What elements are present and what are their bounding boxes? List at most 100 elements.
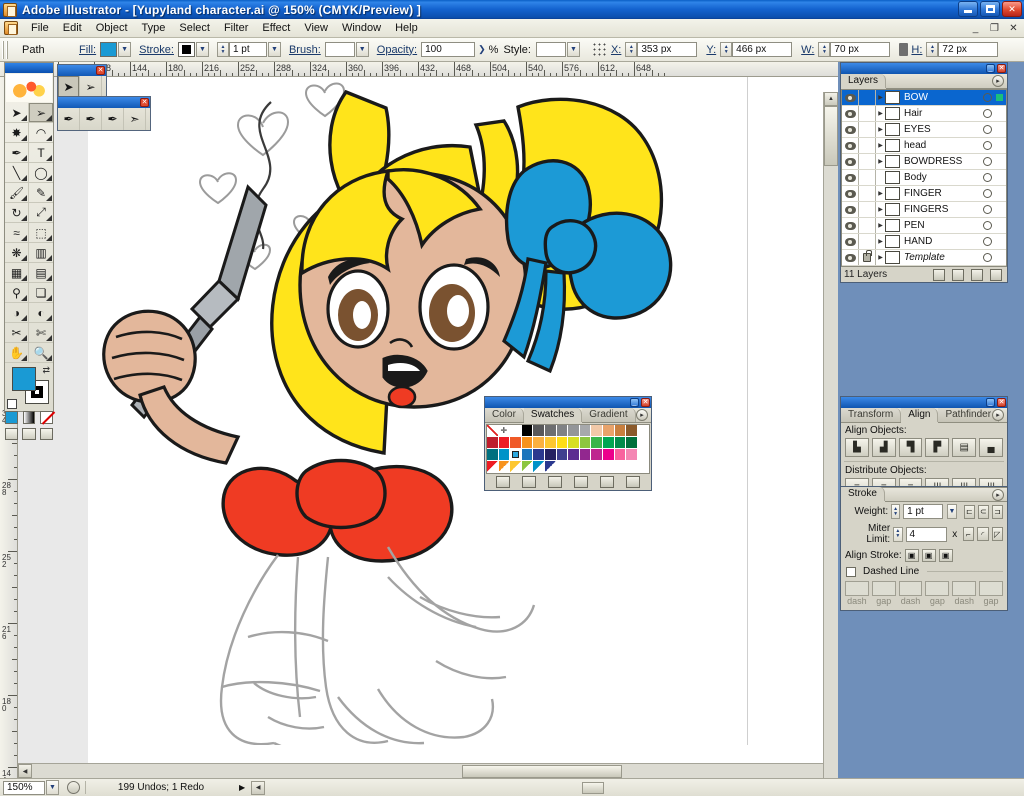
butt-cap-button[interactable]: ⊏ (963, 504, 975, 519)
standard-screen-mode-button[interactable] (5, 428, 19, 440)
swatches-close-icon[interactable]: ✕ (641, 398, 650, 407)
status-scroll-thumb[interactable] (582, 781, 604, 794)
miter-input[interactable]: 4 (905, 526, 948, 542)
live-paint-selection-tool[interactable]: ◐ (29, 303, 53, 323)
layer-lock-toggle[interactable] (859, 250, 876, 265)
gradient-button[interactable] (22, 411, 36, 424)
tab-gradient[interactable]: Gradient (582, 408, 636, 422)
menu-type[interactable]: Type (135, 20, 173, 36)
layers-list[interactable]: ▶ BOW ▶ Hair ▶ EYES ▶ head ▶ BOWDRESS Body ▶ FINGER ▶… (841, 89, 1007, 267)
layer-name[interactable]: BOW (904, 92, 983, 103)
layer-lock-toggle[interactable] (859, 138, 876, 153)
delete-anchor-point-tool[interactable]: ✒ (102, 108, 124, 130)
layer-row[interactable]: ▶ PEN (842, 218, 1006, 234)
style-preview[interactable] (535, 42, 566, 57)
layer-name[interactable]: EYES (904, 124, 983, 135)
column-graph-tool[interactable]: ▥ (29, 243, 53, 263)
full-screen-with-menu-button[interactable] (22, 428, 36, 440)
swatch[interactable] (521, 425, 534, 437)
convert-anchor-point-tool[interactable]: ➣ (124, 108, 146, 130)
fill-swatch[interactable] (100, 42, 118, 57)
vertical-align-center-button[interactable]: ▤ (952, 438, 977, 457)
swatch[interactable] (579, 437, 592, 449)
menu-help[interactable]: Help (388, 20, 425, 36)
layer-name[interactable]: FINGERS (904, 204, 983, 215)
opacity-slider-arrow-icon[interactable]: ❯ (478, 44, 486, 55)
slice-tool[interactable]: ✂ (5, 323, 29, 343)
doc-minimize-button[interactable]: _ (968, 21, 983, 35)
vertical-scroll-thumb[interactable] (824, 106, 838, 166)
swatch[interactable] (510, 449, 522, 461)
swatch[interactable] (521, 437, 534, 449)
rotate-tool[interactable]: ↻ (5, 203, 29, 223)
scale-tool[interactable]: ⤢ (29, 203, 53, 223)
swatches-panel[interactable]: _ ✕ Color Swatches Gradient ▸ ✛ (484, 396, 652, 491)
create-new-layer-button[interactable] (971, 268, 983, 281)
layers-panel-titlebar[interactable]: _ ✕ (841, 63, 1007, 74)
bevel-join-button[interactable]: ◸ (991, 527, 1003, 541)
layer-expand-triangle-icon[interactable]: ▶ (876, 110, 885, 117)
swatch[interactable] (556, 425, 569, 437)
layer-target-circle-icon[interactable] (983, 125, 992, 134)
gradient-swatch[interactable] (521, 461, 534, 473)
dash-input[interactable] (845, 581, 869, 596)
layer-row[interactable]: Body (842, 170, 1006, 186)
swatch[interactable] (579, 449, 592, 461)
canvas-area[interactable]: ▲ (18, 77, 838, 778)
gradient-swatch[interactable] (510, 461, 522, 473)
layers-close-icon[interactable]: ✕ (997, 64, 1006, 73)
swatch[interactable] (556, 449, 569, 461)
menu-select[interactable]: Select (172, 20, 217, 36)
horizontal-align-right-button[interactable]: ▜ (898, 438, 923, 457)
tearoff-titlebar[interactable]: ✕ (58, 65, 106, 76)
menu-effect[interactable]: Effect (255, 20, 297, 36)
swatch[interactable] (568, 449, 580, 461)
zoom-level-input[interactable]: 150% (3, 780, 45, 795)
toolbox-palette[interactable]: ➤ ➢ ✸ ◠ ✒ T ╲ ◯ 🖌 ✎ ↻ ⤢ ≈ ⬚ ❋ ▥ ▦ ▤ ⚲ ❏ ◑ ◐ ✂ ✄ ✋ 🔍 ⇄ (4, 62, 54, 440)
layer-lock-toggle[interactable] (859, 90, 876, 105)
horizontal-scroll-thumb[interactable] (462, 764, 622, 778)
line-segment-tool[interactable]: ╲ (5, 163, 29, 183)
lock-proportions-icon[interactable] (899, 43, 909, 56)
weight-stepper[interactable]: ▲ ▼ (891, 504, 901, 519)
layer-row[interactable]: ▶ BOWDRESS (842, 154, 1006, 170)
swatch[interactable] (498, 437, 511, 449)
duplicate-swatch-button[interactable] (600, 475, 614, 488)
selection-tools-tearoff[interactable]: ✕ ➤ ➢ (57, 64, 107, 99)
tab-pathfinder[interactable]: Pathfinder (938, 408, 1000, 422)
layer-lock-toggle[interactable] (859, 170, 876, 185)
menu-edit[interactable]: Edit (56, 20, 89, 36)
minimize-button[interactable] (958, 1, 978, 17)
layer-target-circle-icon[interactable] (983, 141, 992, 150)
zoom-dropdown-icon[interactable]: ▼ (46, 780, 59, 795)
layer-lock-toggle[interactable] (859, 218, 876, 233)
layer-visibility-toggle[interactable] (842, 90, 859, 105)
layer-expand-triangle-icon[interactable]: ▶ (876, 94, 885, 101)
swatch[interactable] (614, 425, 627, 437)
layer-name[interactable]: Template (904, 252, 983, 263)
layer-target-circle-icon[interactable] (983, 221, 992, 230)
color-button[interactable] (5, 411, 18, 424)
swatch[interactable] (579, 425, 592, 437)
align-close-icon[interactable]: ✕ (997, 398, 1006, 407)
w-input[interactable]: 70 px (830, 42, 891, 57)
style-dropdown-icon[interactable]: ▼ (566, 42, 580, 57)
layer-target-circle-icon[interactable] (983, 109, 992, 118)
layer-lock-toggle[interactable] (859, 154, 876, 169)
type-tool[interactable]: T (29, 143, 53, 163)
swatch[interactable] (626, 425, 638, 437)
swatch[interactable] (614, 437, 627, 449)
menu-object[interactable]: Object (89, 20, 135, 36)
swap-fill-stroke-icon[interactable]: ⇄ (42, 365, 50, 376)
vertical-align-bottom-button[interactable]: ▄ (979, 438, 1003, 457)
canvas-vertical-scrollbar[interactable]: ▲ (823, 92, 838, 778)
control-bar-grip[interactable] (2, 40, 8, 59)
scroll-left-arrow-icon[interactable]: ◀ (18, 764, 32, 778)
layer-name[interactable]: PEN (904, 220, 983, 231)
swatch[interactable] (602, 449, 615, 461)
layer-visibility-toggle[interactable] (842, 138, 859, 153)
ellipse-tool[interactable]: ◯ (29, 163, 53, 183)
tab-layers[interactable]: Layers (841, 74, 887, 88)
gradient-swatch[interactable] (544, 461, 557, 473)
gradient-tool[interactable]: ▤ (29, 263, 53, 283)
